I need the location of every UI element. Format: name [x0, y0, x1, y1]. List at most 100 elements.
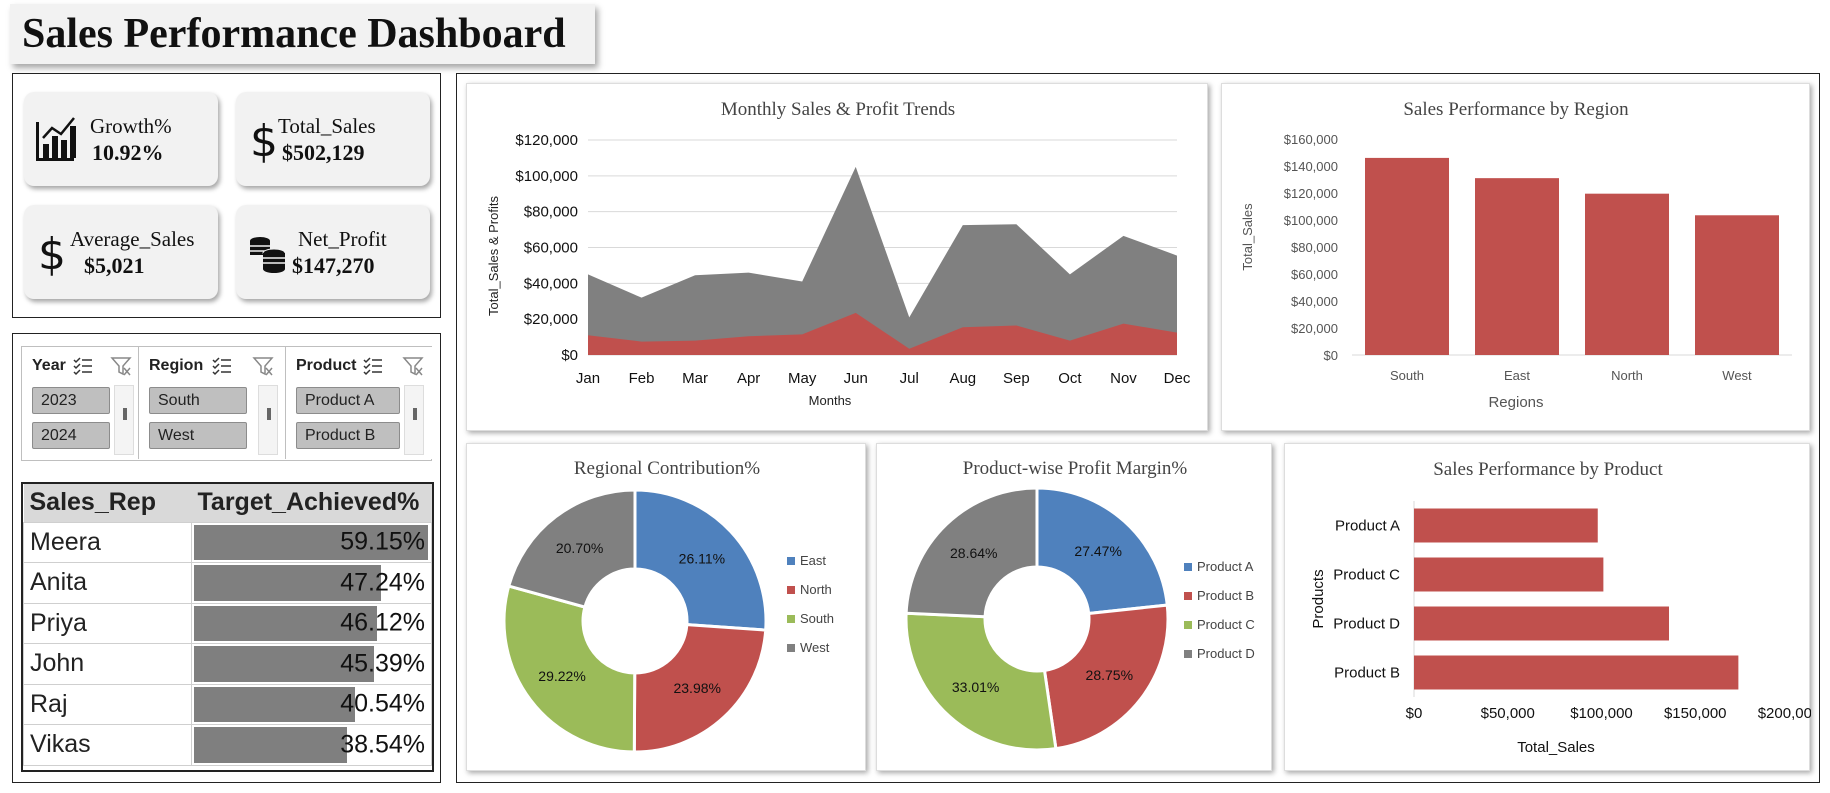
data-label: 29.22%: [538, 668, 585, 684]
coins-icon: [250, 237, 286, 273]
slicer-scrollbar[interactable]: [114, 385, 134, 455]
legend-label: Product A: [1197, 559, 1254, 574]
column-header: Target_Achieved%: [191, 484, 432, 522]
svg-text:$: $: [250, 116, 278, 164]
sales-rep-table-box: Sales_Rep Target_Achieved% Meera 59.15% An…: [21, 482, 434, 772]
multi-select-icon[interactable]: [211, 355, 233, 377]
bar-chart-icon: [36, 117, 76, 161]
data-label: 28.64%: [950, 545, 997, 561]
slicer-item[interactable]: 2023: [32, 387, 110, 414]
y-tick-label: $60,000: [1291, 267, 1338, 282]
regional-contribution-card: Regional Contribution% 26.11% 23.98% 29.22%…: [466, 443, 866, 771]
table-row: Vikas 38.54%: [23, 724, 432, 766]
slicer-item[interactable]: Product B: [296, 422, 400, 449]
chart-title: Sales Performance by Product: [1433, 459, 1663, 480]
region-bar: [1475, 178, 1559, 355]
x-axis-label: Total_Sales: [1517, 739, 1595, 756]
progress-bar: [194, 727, 347, 763]
x-tick-label: Feb: [629, 370, 655, 387]
kpi-label: Average_Sales: [70, 227, 195, 251]
product-margin-chart: Product-wise Profit Margin% 27.47% 28.75% 3…: [904, 458, 1255, 752]
x-tick-label: Jan: [576, 370, 600, 387]
multi-select-icon[interactable]: [362, 355, 384, 377]
slicer-year: Year 2023 2024: [22, 347, 139, 459]
kpi-label: Total_Sales: [278, 114, 376, 138]
data-label: 28.75%: [1086, 667, 1133, 683]
legend-label: South: [800, 611, 834, 626]
product-sales-chart: Sales Performance by Product Product A Pro…: [1310, 459, 1811, 756]
target-achieved-value: 45.39%: [340, 649, 425, 678]
slicer-product: Product Product A Product B: [286, 347, 433, 459]
legend-label: Product D: [1197, 646, 1255, 661]
target-achieved-cell: 46.12%: [191, 602, 432, 644]
region-sales-chart: Sales Performance by Region $0 $20,000 $40,…: [1240, 99, 1792, 411]
kpi-panel: Growth% 10.92% $ Total_Sales $502,129 $ …: [12, 73, 441, 318]
slicer-item[interactable]: South: [149, 387, 247, 414]
y-tick-label: $100,000: [515, 168, 578, 185]
slicer-item[interactable]: 2024: [32, 422, 110, 449]
target-achieved-value: 40.54%: [340, 689, 425, 718]
kpi-label: Growth%: [90, 114, 172, 138]
regional-contribution-chart: Regional Contribution% 26.11% 23.98% 29.22%…: [502, 458, 834, 754]
region-bar: [1365, 157, 1449, 355]
monthly-trend-card: Monthly Sales & Profit Trends $0 $20,000 $4…: [466, 83, 1208, 431]
region-bar: [1585, 193, 1669, 355]
legend-swatch: [787, 644, 795, 652]
y-axis-label: Products: [1310, 569, 1327, 628]
x-tick-label: Jul: [900, 370, 919, 387]
x-tick-label: Nov: [1110, 370, 1137, 387]
table-row: Meera 59.15%: [23, 521, 432, 563]
slicer-scrollbar[interactable]: [404, 385, 424, 455]
sales-rep-name: Priya: [23, 602, 192, 644]
sales-rep-name: Meera: [23, 521, 192, 563]
y-tick-label: $20,000: [524, 311, 578, 328]
column-header: Sales_Rep: [23, 484, 192, 522]
target-achieved-cell: 40.54%: [191, 683, 432, 725]
legend-label: Product B: [1197, 588, 1254, 603]
sales-rep-name: Vikas: [23, 724, 192, 766]
legend-label: East: [800, 553, 826, 568]
slicer-region: Region South West: [139, 347, 286, 459]
x-tick-label: Dec: [1164, 370, 1191, 387]
clear-filter-icon[interactable]: [110, 355, 132, 377]
x-tick-label: East: [1504, 368, 1530, 383]
kpi-label: Net_Profit: [298, 227, 387, 251]
legend-swatch: [1184, 650, 1192, 658]
table-row: Raj 40.54%: [23, 683, 432, 725]
target-achieved-value: 59.15%: [340, 527, 425, 556]
x-tick-label: North: [1611, 368, 1643, 383]
clear-filter-icon[interactable]: [252, 355, 274, 377]
slicer-item[interactable]: Product A: [296, 387, 400, 414]
x-tick-label: May: [788, 370, 817, 387]
region-sales-card: Sales Performance by Region $0 $20,000 $40,…: [1221, 83, 1810, 431]
target-achieved-cell: 59.15%: [191, 521, 432, 563]
clear-filter-icon[interactable]: [402, 355, 424, 377]
x-axis-label: Regions: [1488, 394, 1543, 411]
x-tick-label: $200,000: [1758, 705, 1811, 722]
slicer-scrollbar[interactable]: [258, 385, 278, 455]
y-tick-label: Product D: [1333, 616, 1400, 633]
data-label: 20.70%: [556, 540, 603, 556]
y-tick-label: Product A: [1335, 518, 1400, 535]
y-tick-label: $0: [1324, 348, 1338, 363]
data-label: 33.01%: [952, 679, 999, 695]
data-label: 26.11%: [679, 551, 725, 567]
y-tick-label: $100,000: [1284, 213, 1338, 228]
dashboard-title-box: Sales Performance Dashboard: [10, 4, 595, 64]
data-label: 23.98%: [673, 680, 720, 696]
slicer-item[interactable]: West: [149, 422, 247, 449]
y-tick-label: $120,000: [1284, 186, 1338, 201]
x-tick-label: Mar: [682, 370, 708, 387]
product-bar: [1414, 606, 1669, 641]
multi-select-icon[interactable]: [72, 355, 94, 377]
chart-title: Regional Contribution%: [574, 458, 760, 479]
legend-label: Product C: [1197, 617, 1255, 632]
legend-swatch: [787, 586, 795, 594]
filters-table-panel: Year 2023 2024 Region South West Product…: [12, 333, 441, 783]
y-tick-label: $40,000: [524, 275, 578, 292]
x-tick-label: Jun: [844, 370, 868, 387]
y-axis-label: Total_Sales: [1240, 203, 1255, 271]
sales-rep-name: John: [23, 643, 192, 685]
sales-rep-name: Anita: [23, 562, 192, 604]
x-tick-label: $0: [1406, 705, 1423, 722]
